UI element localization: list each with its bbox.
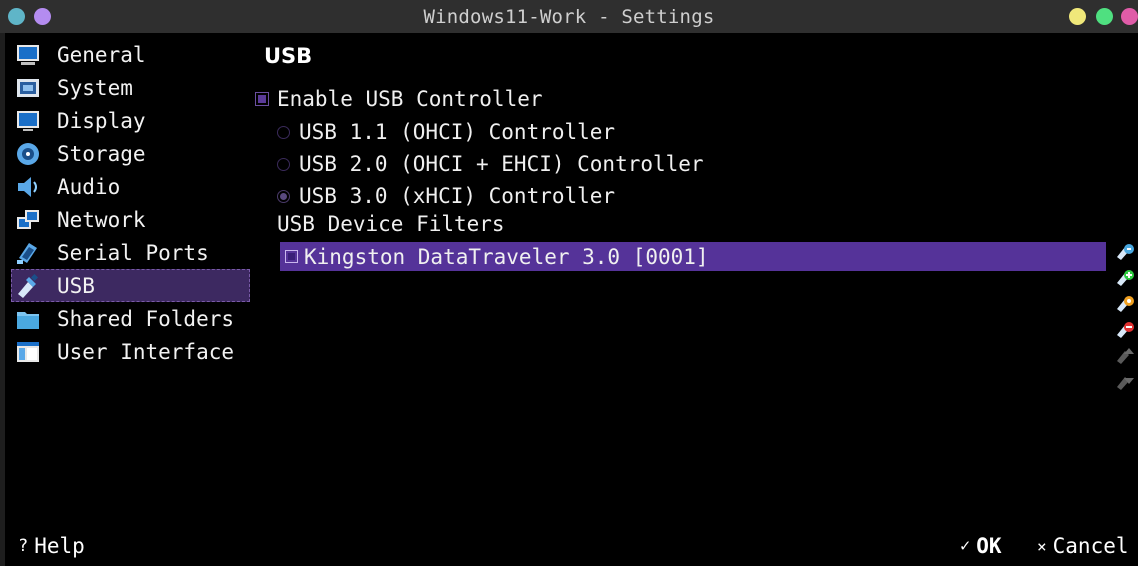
usb30-radio-row[interactable]: USB 3.0 (xHCI) Controller xyxy=(277,184,615,208)
sidebar-item-system[interactable]: System xyxy=(11,71,250,104)
sidebar-item-serial-ports[interactable]: Serial Ports xyxy=(11,236,250,269)
serial-port-icon xyxy=(17,242,37,264)
add-empty-filter-icon[interactable] xyxy=(1115,241,1135,261)
cancel-button[interactable]: × Cancel xyxy=(1037,534,1129,558)
usb20-radio-row[interactable]: USB 2.0 (OHCI + EHCI) Controller xyxy=(277,152,704,176)
sidebar-item-label: USB xyxy=(57,273,95,298)
sidebar-item-user-interface[interactable]: User Interface xyxy=(11,335,250,368)
usb-device-filters-label: USB Device Filters xyxy=(277,212,505,236)
sidebar-item-label: System xyxy=(57,75,133,100)
monitor-icon xyxy=(17,44,39,65)
title-bar[interactable]: Windows11-Work - Settings xyxy=(0,0,1138,33)
enable-usb-checkbox[interactable] xyxy=(255,92,269,106)
sidebar-item-general[interactable]: General xyxy=(11,38,250,71)
filter-toolbar xyxy=(1115,241,1137,397)
usb30-radio[interactable] xyxy=(277,189,290,203)
usb30-label: USB 3.0 (xHCI) Controller xyxy=(299,184,616,208)
window-pin-button[interactable] xyxy=(34,8,51,25)
enable-usb-checkbox-row[interactable]: Enable USB Controller xyxy=(255,87,543,111)
sidebar-item-label: Shared Folders xyxy=(57,306,235,331)
help-label: Help xyxy=(34,534,85,558)
sidebar-item-shared-folders[interactable]: Shared Folders xyxy=(11,302,250,335)
settings-sidebar: General System Display Storage Audio Net… xyxy=(11,38,250,368)
window-menu-button[interactable] xyxy=(8,8,25,25)
sidebar-item-label: Network xyxy=(57,207,146,232)
remove-filter-icon[interactable] xyxy=(1115,319,1135,339)
usb11-radio-row[interactable]: USB 1.1 (OHCI) Controller xyxy=(277,120,615,144)
filter-enabled-checkbox[interactable] xyxy=(285,250,298,263)
sidebar-item-label: Serial Ports xyxy=(57,240,209,265)
usb20-label: USB 2.0 (OHCI + EHCI) Controller xyxy=(299,152,704,176)
window-title: Windows11-Work - Settings xyxy=(423,5,715,28)
help-icon: ? xyxy=(18,536,29,556)
move-down-icon[interactable] xyxy=(1115,371,1135,391)
cancel-icon: × xyxy=(1037,536,1047,556)
window-icon xyxy=(17,341,39,362)
chip-icon xyxy=(17,78,39,97)
sidebar-item-label: Display xyxy=(57,108,146,133)
filter-list-item[interactable]: Kingston DataTraveler 3.0 [0001] xyxy=(280,242,1106,271)
display-icon xyxy=(17,110,39,131)
maximize-button[interactable] xyxy=(1096,8,1113,25)
cancel-label: Cancel xyxy=(1052,534,1129,558)
sidebar-item-label: User Interface xyxy=(57,339,235,364)
edit-filter-icon[interactable] xyxy=(1115,293,1135,313)
usb11-radio[interactable] xyxy=(277,125,290,139)
close-button[interactable] xyxy=(1121,8,1138,25)
move-up-icon[interactable] xyxy=(1115,345,1135,365)
sidebar-item-usb[interactable]: USB xyxy=(11,269,250,302)
sidebar-item-label: Audio xyxy=(57,174,121,199)
page-title: USB xyxy=(264,44,313,68)
sidebar-item-storage[interactable]: Storage xyxy=(11,137,250,170)
sidebar-item-audio[interactable]: Audio xyxy=(11,170,250,203)
disk-icon xyxy=(17,142,39,165)
usb20-radio[interactable] xyxy=(277,157,290,171)
enable-usb-label: Enable USB Controller xyxy=(277,87,543,111)
folder-icon xyxy=(17,311,39,329)
ok-label: OK xyxy=(976,534,1002,558)
window-border xyxy=(0,33,5,566)
checkmark-icon: ✓ xyxy=(960,536,971,556)
network-icon xyxy=(17,209,39,229)
sidebar-item-network[interactable]: Network xyxy=(11,203,250,236)
settings-window: Windows11-Work - Settings General System xyxy=(0,0,1138,566)
add-device-filter-icon[interactable] xyxy=(1115,267,1135,287)
filter-label: Kingston DataTraveler 3.0 [0001] xyxy=(304,244,709,269)
usb11-label: USB 1.1 (OHCI) Controller xyxy=(299,120,616,144)
speaker-icon xyxy=(18,176,37,197)
usb-icon xyxy=(18,273,39,298)
sidebar-item-display[interactable]: Display xyxy=(11,104,250,137)
minimize-button[interactable] xyxy=(1069,8,1086,25)
ok-button[interactable]: ✓ OK xyxy=(960,534,1002,558)
help-button[interactable]: ? Help xyxy=(18,534,85,558)
sidebar-item-label: Storage xyxy=(57,141,146,166)
sidebar-item-label: General xyxy=(57,42,146,67)
